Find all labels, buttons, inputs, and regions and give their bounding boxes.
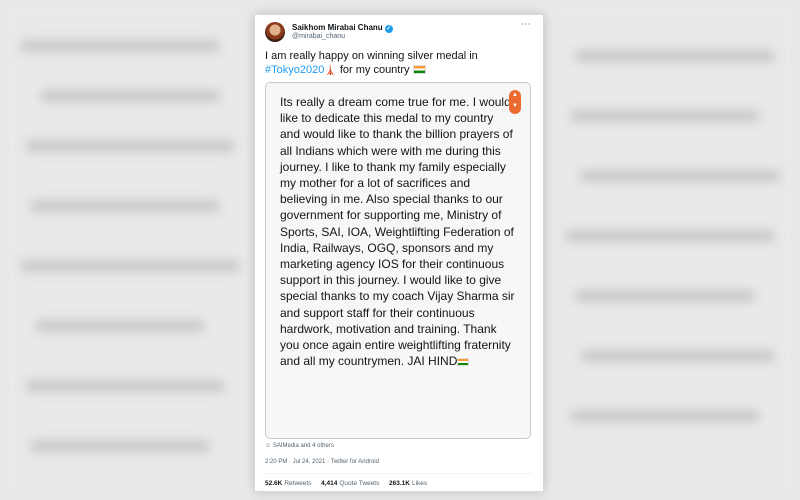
divider [265,473,533,474]
india-flag-icon [457,358,470,367]
scroll-arrows-icon[interactable]: ▲ ▼ [509,90,521,114]
tweet-timestamp[interactable]: 2:20 PM · Jul 24, 2021 · Twitter for And… [265,459,379,465]
note-image[interactable]: Its really a dream come true for me. I w… [265,82,531,439]
engagement-stats: 52.6K Retweets 4,414 Quote Tweets 263.1K Li… [265,480,427,487]
quotes-label: Quote Tweets [339,480,380,487]
tweet-card: Saikhom Mirabai Chanu ✓ @mirabai_chanu ⋯ … [254,14,544,492]
author-name[interactable]: Saikhom Mirabai Chanu ✓ [292,23,393,33]
tweet-text-line2: for my country [336,64,410,76]
liked-by[interactable]: ☺ SAIMedia and 4 others [265,443,334,449]
retweets-label: Retweets [284,480,312,487]
hashtag-link[interactable]: #Tokyo2020 [265,64,324,76]
retweets-count: 52.6K [265,480,283,487]
note-body: Its really a dream come true for me. I w… [280,94,516,369]
avatar[interactable] [265,22,285,42]
more-options-icon[interactable]: ⋯ [521,19,532,30]
quotes-count: 4,414 [321,480,338,487]
quote-tweets-stat[interactable]: 4,414 Quote Tweets [321,480,379,487]
author-name-text[interactable]: Saikhom Mirabai Chanu [292,23,383,32]
tokyo-tower-icon: 🗼 [324,65,337,76]
retweets-stat[interactable]: 52.6K Retweets [265,480,311,487]
likes-label: Likes [411,480,428,487]
liked-by-text[interactable]: SAIMedia and 4 others [273,443,334,449]
india-flag-icon [412,65,426,74]
tweet-text-line1: I am really happy on winning silver meda… [265,50,478,62]
likes-count: 263.1K [389,480,410,487]
author-handle[interactable]: @mirabai_chanu [292,33,345,40]
likes-stat[interactable]: 263.1K Likes [389,480,427,487]
note-text: Its really a dream come true for me. I w… [280,95,515,369]
person-icon: ☺ [265,443,272,449]
verified-icon: ✓ [384,25,393,33]
tweet-text: I am really happy on winning silver meda… [265,49,535,78]
